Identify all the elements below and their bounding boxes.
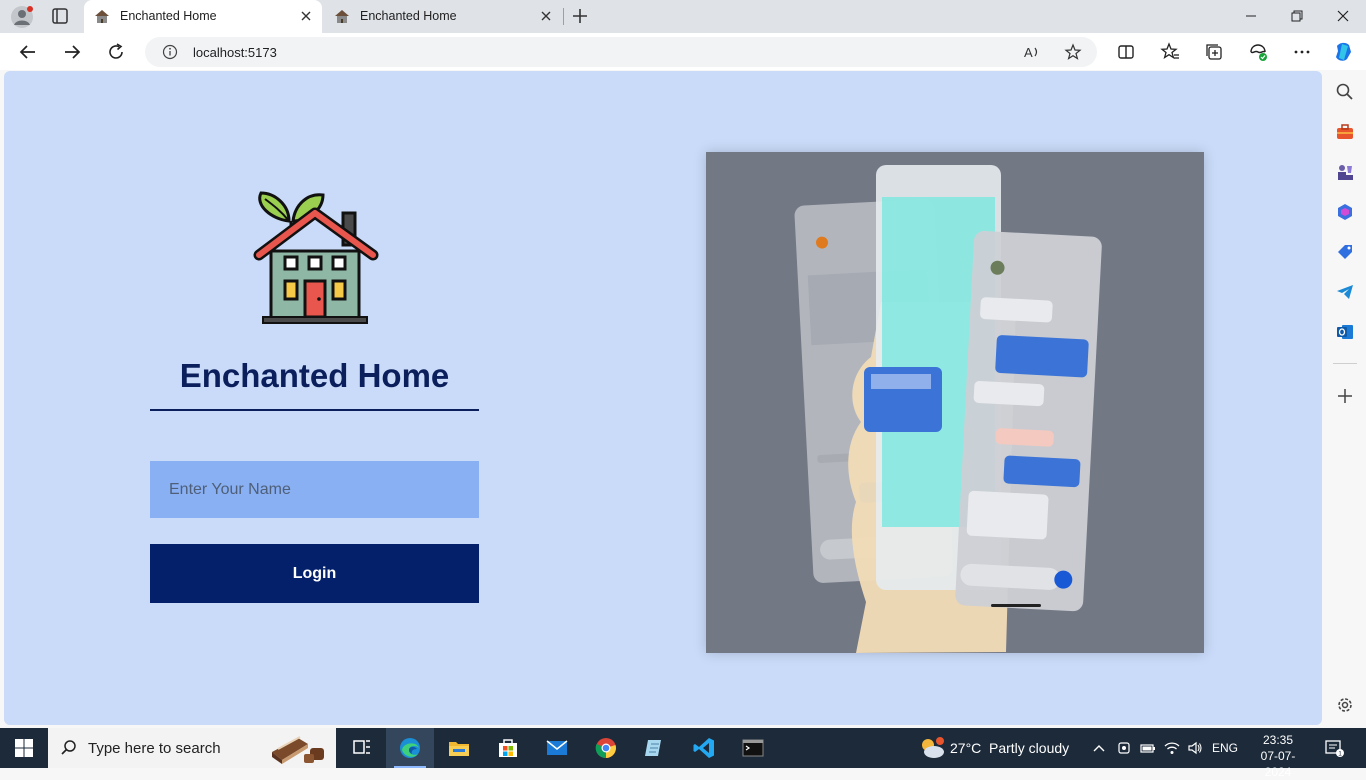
read-aloud-icon[interactable]: A bbox=[1023, 43, 1041, 61]
close-tab-icon[interactable] bbox=[538, 8, 554, 24]
clock-time: 23:35 bbox=[1262, 733, 1294, 747]
house-logo-icon bbox=[253, 191, 379, 324]
taskbar-store[interactable] bbox=[484, 728, 532, 768]
hero-chat-app-illustration bbox=[706, 152, 1204, 653]
search-icon[interactable] bbox=[1335, 82, 1355, 102]
favorites-icon[interactable] bbox=[1159, 41, 1181, 63]
notification-count: 1 bbox=[1338, 751, 1342, 758]
outlook-icon[interactable] bbox=[1335, 322, 1355, 342]
copilot-icon[interactable] bbox=[1332, 40, 1356, 64]
wifi-icon[interactable] bbox=[1164, 740, 1180, 756]
taskbar-clock[interactable]: 23:35 07-07-2024 bbox=[1250, 732, 1306, 780]
tab-label: Enchanted Home bbox=[360, 9, 457, 23]
search-placeholder: Type here to search bbox=[88, 740, 221, 757]
login-button[interactable]: Login bbox=[150, 544, 479, 603]
taskbar-vscode[interactable] bbox=[680, 728, 728, 768]
more-options-icon[interactable] bbox=[1291, 41, 1313, 63]
title-underline bbox=[150, 409, 479, 411]
toolbox-icon[interactable] bbox=[1335, 122, 1355, 142]
battery-icon[interactable] bbox=[1140, 740, 1156, 756]
file-explorer-icon bbox=[449, 742, 469, 756]
chocolate-cake-promo-icon bbox=[272, 736, 324, 764]
refresh-icon[interactable] bbox=[105, 41, 127, 63]
copilot-app-icon[interactable] bbox=[1335, 202, 1355, 222]
back-arrow-icon[interactable] bbox=[17, 41, 39, 63]
favorite-star-icon[interactable] bbox=[1064, 43, 1082, 61]
tab-divider bbox=[563, 8, 564, 25]
name-input[interactable] bbox=[150, 461, 479, 518]
page-viewport: Enchanted Home Login bbox=[4, 71, 1322, 725]
games-icon[interactable] bbox=[1335, 162, 1355, 182]
site-info-icon[interactable] bbox=[162, 44, 178, 60]
browser-toolbar: localhost:5173 A bbox=[0, 33, 1366, 70]
new-tab-icon[interactable] bbox=[569, 5, 591, 27]
telegram-icon[interactable] bbox=[1335, 282, 1355, 302]
settings-icon[interactable] bbox=[1335, 695, 1355, 715]
windows-start-icon[interactable] bbox=[14, 738, 34, 758]
tab-label: Enchanted Home bbox=[120, 9, 217, 23]
forward-arrow-icon[interactable] bbox=[61, 41, 83, 63]
volume-icon[interactable] bbox=[1187, 740, 1203, 756]
terminal-icon bbox=[742, 739, 764, 757]
notifications-icon[interactable]: 1 bbox=[1324, 738, 1344, 758]
taskbar-chrome[interactable] bbox=[582, 728, 630, 768]
shopping-tag-icon[interactable] bbox=[1335, 242, 1355, 262]
svg-text:A: A bbox=[1024, 45, 1033, 60]
chrome-icon bbox=[595, 738, 616, 759]
house-favicon-icon bbox=[335, 10, 349, 23]
taskbar-terminal[interactable] bbox=[729, 728, 777, 768]
tab-enchanted-home[interactable]: Enchanted Home bbox=[324, 0, 562, 33]
add-icon[interactable] bbox=[1335, 386, 1355, 406]
clock-date: 07-07-2024 bbox=[1260, 749, 1296, 779]
taskbar-edge[interactable] bbox=[386, 728, 434, 768]
restore-icon[interactable] bbox=[1286, 6, 1308, 26]
mail-icon bbox=[546, 740, 568, 755]
sidebar-divider bbox=[1333, 363, 1357, 364]
windows-taskbar: Type here to search 27°C Partly cloudy E… bbox=[0, 728, 1366, 779]
browser-essentials-icon[interactable] bbox=[1247, 41, 1269, 63]
collections-icon[interactable] bbox=[1203, 41, 1225, 63]
minimize-icon[interactable] bbox=[1240, 6, 1262, 26]
address-bar[interactable]: localhost:5173 A bbox=[145, 37, 1097, 67]
profile-icon[interactable] bbox=[10, 5, 34, 29]
show-hidden-icons-icon[interactable] bbox=[1091, 740, 1107, 756]
meet-now-icon[interactable] bbox=[1116, 740, 1132, 756]
edge-sidebar bbox=[1324, 71, 1366, 727]
partly-cloudy-icon bbox=[922, 737, 944, 758]
url-text[interactable]: localhost:5173 bbox=[193, 45, 277, 60]
search-icon bbox=[61, 740, 76, 755]
edge-icon bbox=[400, 738, 420, 758]
close-tab-icon[interactable] bbox=[298, 8, 314, 24]
task-view-icon bbox=[353, 740, 370, 754]
vscode-icon bbox=[693, 738, 714, 758]
house-favicon-icon bbox=[95, 10, 109, 23]
taskbar-search[interactable]: Type here to search bbox=[48, 728, 336, 768]
weather-condition: Partly cloudy bbox=[989, 740, 1070, 756]
weather-temperature: 27°C bbox=[950, 740, 982, 756]
taskbar-notepad[interactable] bbox=[631, 728, 679, 768]
app-title: Enchanted Home bbox=[179, 357, 450, 394]
store-icon bbox=[499, 739, 517, 757]
weather-widget[interactable]: 27°C Partly cloudy bbox=[916, 736, 1096, 760]
notepad-icon bbox=[645, 740, 661, 756]
browser-titlebar: Enchanted Home Enchanted Home bbox=[0, 0, 1366, 33]
split-screen-icon[interactable] bbox=[1115, 41, 1137, 63]
tab-enchanted-home-active[interactable]: Enchanted Home bbox=[84, 0, 322, 33]
task-view-button[interactable] bbox=[338, 728, 386, 768]
tab-actions-icon[interactable] bbox=[50, 6, 70, 26]
taskbar-file-explorer[interactable] bbox=[435, 728, 483, 768]
input-language[interactable]: ENG bbox=[1212, 741, 1238, 755]
close-window-icon[interactable] bbox=[1332, 6, 1354, 26]
taskbar-mail[interactable] bbox=[533, 728, 581, 768]
